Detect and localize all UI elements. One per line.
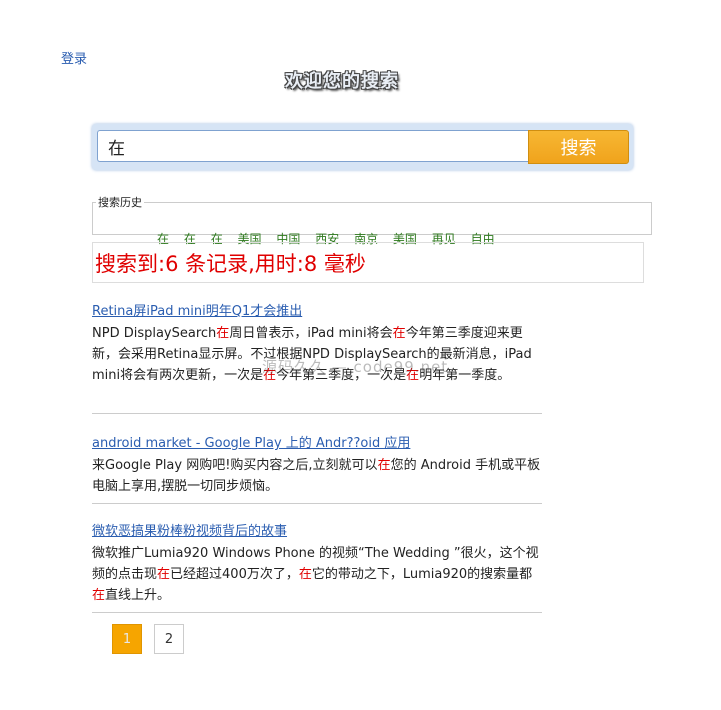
highlight-term: 在 (377, 458, 391, 473)
snippet-text: 周日曾表示，iPad mini将会 (229, 326, 393, 341)
result-item: android market - Google Play 上的 Andr??oi… (92, 432, 542, 504)
highlight-term: 在 (216, 326, 230, 341)
highlight-term: 在 (392, 326, 406, 341)
result-title-link[interactable]: 微软恶搞果粉棒粉视频背后的故事 (92, 520, 542, 539)
result-snippet: 来Google Play 网购吧!购买内容之后,立刻就可以在您的 Android… (92, 455, 542, 497)
search-history: 搜索历史 在 在 在 美国 中国 西安 南京 美国 再见 自由 (92, 194, 652, 246)
snippet-text: 直线上升。 (105, 588, 171, 603)
highlight-term: 在 (92, 588, 106, 603)
result-title-link[interactable]: android market - Google Play 上的 Andr??oi… (92, 432, 542, 451)
result-item: 微软恶搞果粉棒粉视频背后的故事 微软推广Lumia920 Windows Pho… (92, 520, 542, 613)
snippet-text: 已经超过400万次了， (170, 567, 299, 582)
search-bar: 搜索 (92, 124, 633, 170)
result-stats: 搜索到:6 条记录,用时:8 毫秒 (92, 242, 644, 283)
page-title: 欢迎您的搜索 (285, 71, 399, 92)
login-link[interactable]: 登录 (61, 48, 87, 67)
watermark: 源码久久 — code99.net (262, 358, 449, 376)
result-title-link[interactable]: Retina屏iPad mini明年Q1才会推出 (92, 300, 542, 319)
page-1-button[interactable]: 1 (112, 624, 142, 654)
highlight-term: 在 (298, 567, 312, 582)
highlight-term: 在 (157, 567, 171, 582)
snippet-text: 它的带动之下，Lumia920的搜索量都 (311, 567, 533, 582)
snippet-text: 来Google Play 网购吧!购买内容之后,立刻就可以 (92, 458, 378, 473)
search-input[interactable] (97, 130, 532, 162)
snippet-text: NPD DisplaySearch (92, 326, 217, 341)
result-snippet: 微软推广Lumia920 Windows Phone 的视频“The Weddi… (92, 543, 542, 606)
page-2-button[interactable]: 2 (154, 624, 184, 654)
search-history-legend: 搜索历史 (98, 196, 142, 209)
search-button[interactable]: 搜索 (528, 130, 629, 164)
